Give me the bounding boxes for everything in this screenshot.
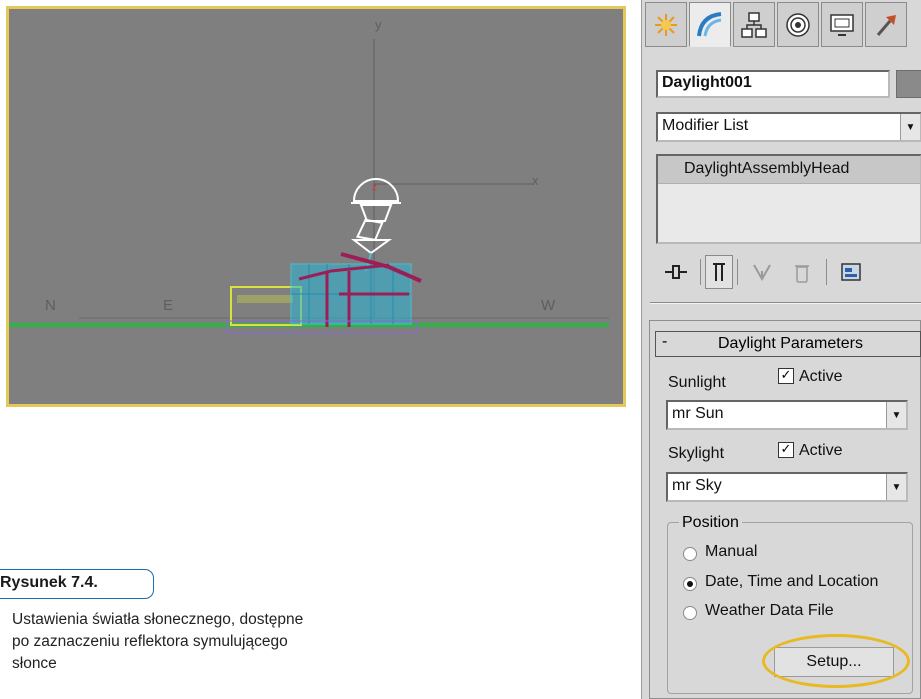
skylight-active-checkbox[interactable]: ✓	[778, 442, 794, 458]
tab-modify[interactable]	[689, 2, 731, 47]
show-end-result-button[interactable]	[705, 255, 733, 289]
pin-stack-icon	[665, 265, 687, 279]
tab-motion[interactable]	[777, 2, 819, 47]
modifier-stack-toolbar	[656, 254, 921, 290]
viewport-scene: z	[9, 39, 609, 334]
remove-modifier-button[interactable]	[782, 255, 822, 289]
tab-display[interactable]	[821, 2, 863, 47]
create-icon	[655, 13, 677, 36]
figure-number-tag: Rysunek 7.4.	[0, 569, 154, 599]
display-icon	[830, 13, 854, 36]
stack-item-daylight-assembly-head[interactable]: DaylightAssemblyHead	[658, 156, 920, 184]
rollout-header[interactable]: - Daylight Parameters	[655, 331, 921, 357]
configure-modifier-sets-icon	[841, 263, 861, 281]
make-unique-button[interactable]	[742, 255, 782, 289]
utilities-icon	[876, 14, 896, 36]
object-color-swatch[interactable]	[896, 70, 921, 98]
x-axis-label: x	[532, 173, 539, 188]
configure-modifier-sets-button[interactable]	[831, 255, 871, 289]
chevron-down-icon: ▼	[886, 402, 906, 428]
skylight-type-dropdown[interactable]: mr Sky ▼	[666, 472, 908, 502]
show-end-result-icon	[713, 263, 725, 281]
toolbar-separator	[700, 259, 701, 285]
position-manual-label: Manual	[705, 543, 758, 560]
position-weather-data-file-label: Weather Data File	[705, 602, 834, 619]
object-name-field[interactable]: Daylight001	[656, 70, 890, 98]
gizmo-z-marker: z	[372, 182, 377, 193]
position-weather-data-file-radio[interactable]	[683, 606, 697, 620]
modify-icon	[697, 11, 722, 36]
modifier-list-label: Modifier List	[662, 117, 749, 134]
position-date-time-location-label: Date, Time and Location	[705, 573, 879, 590]
chevron-down-icon: ▼	[886, 474, 906, 500]
position-group-title: Position	[679, 514, 742, 532]
skylight-active-label: Active	[799, 442, 843, 459]
sunlight-active-label: Active	[799, 368, 843, 385]
house-wireframe	[226, 252, 422, 334]
compass-west-label: W	[541, 297, 556, 314]
toolbar-separator	[737, 259, 738, 285]
compass-north-label: N	[45, 297, 56, 314]
sunlight-active-checkbox[interactable]: ✓	[778, 368, 794, 384]
modifier-list-dropdown[interactable]: Modifier List ▼	[656, 112, 921, 142]
compass-east-label: E	[163, 297, 174, 314]
sunlight-label: Sunlight	[668, 374, 726, 391]
motion-icon	[786, 12, 810, 37]
pin-stack-button[interactable]	[656, 255, 696, 289]
toolbar-separator	[826, 259, 827, 285]
y-axis-label: y	[375, 17, 382, 32]
figure-caption: Ustawienia światła słonecznego, dostępne…	[12, 611, 304, 672]
setup-highlight-ellipse	[762, 634, 910, 688]
modifier-stack[interactable]: DaylightAssemblyHead	[656, 154, 921, 244]
skylight-label: Skylight	[668, 445, 725, 462]
tab-utilities[interactable]	[865, 2, 907, 47]
tab-hierarchy[interactable]	[733, 2, 775, 47]
position-manual-radio[interactable]	[683, 547, 697, 561]
remove-modifier-icon	[795, 265, 809, 283]
sunlight-type-dropdown[interactable]: mr Sun ▼	[666, 400, 908, 430]
command-panel-tabs	[645, 2, 921, 48]
chevron-down-icon: ▼	[900, 114, 920, 140]
hierarchy-icon	[741, 11, 767, 38]
sunlight-type-value: mr Sun	[672, 405, 724, 422]
tab-create[interactable]	[645, 2, 687, 47]
panel-divider	[650, 302, 921, 304]
collapse-icon: -	[662, 333, 668, 350]
position-date-time-location-radio[interactable]	[683, 577, 697, 591]
make-unique-icon	[753, 264, 771, 282]
skylight-type-value: mr Sky	[672, 477, 722, 494]
rollout-title: Daylight Parameters	[718, 335, 863, 352]
front-viewport[interactable]: z y x N E W	[6, 6, 626, 407]
